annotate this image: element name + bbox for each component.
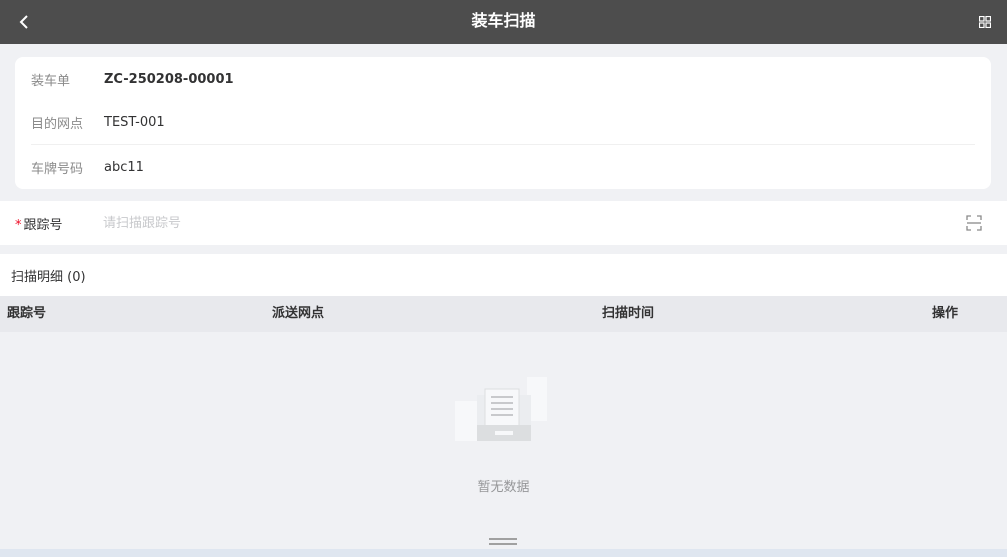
column-header-tracking-number: 跟踪号	[7, 306, 47, 321]
loading-order-number: ZC-250208-00001	[104, 71, 234, 87]
loading-info-card: 装车单 ZC-250208-00001 目的网点 TEST-001 车牌号码 a…	[15, 57, 991, 189]
top-navbar: 装车扫描	[0, 0, 1007, 44]
destination-value: TEST-001	[104, 115, 165, 130]
scan-detail-header: 扫描明细 (0)	[0, 254, 1007, 296]
info-label: 目的网点	[31, 117, 84, 132]
menu-button[interactable]	[973, 10, 997, 34]
column-header-actions: 操作	[932, 306, 959, 321]
tracking-number-label: * 跟踪号	[15, 214, 63, 233]
tracking-number-input[interactable]	[103, 213, 923, 233]
column-header-scan-time: 扫描时间	[602, 306, 655, 321]
info-label: 车牌号码	[31, 161, 84, 177]
info-row-loading-order: 装车单 ZC-250208-00001	[31, 57, 975, 101]
grid-icon	[979, 16, 991, 28]
info-label: 装车单	[31, 73, 71, 89]
tracking-number-field: * 跟踪号	[0, 201, 1007, 245]
scan-detail-title: 扫描明细 (0)	[11, 269, 86, 285]
scan-icon[interactable]	[966, 215, 982, 231]
column-header-delivery-branch: 派送网点	[272, 306, 325, 321]
page-title: 装车扫描	[471, 11, 536, 30]
required-mark: *	[15, 217, 22, 233]
table-header: 跟踪号 派送网点 扫描时间 操作	[0, 296, 1007, 332]
plate-number-value: abc11	[104, 159, 144, 175]
tracking-number-label-text: 跟踪号	[23, 217, 63, 233]
empty-document-icon	[455, 377, 547, 441]
bottom-panel-edge	[0, 549, 1007, 557]
table-empty-state: 暂无数据	[0, 332, 1007, 549]
empty-state-text: 暂无数据	[477, 480, 530, 495]
info-row-plate-number: 车牌号码 abc11	[31, 145, 975, 189]
drag-handle[interactable]	[489, 538, 517, 546]
info-row-destination: 目的网点 TEST-001	[31, 101, 975, 145]
